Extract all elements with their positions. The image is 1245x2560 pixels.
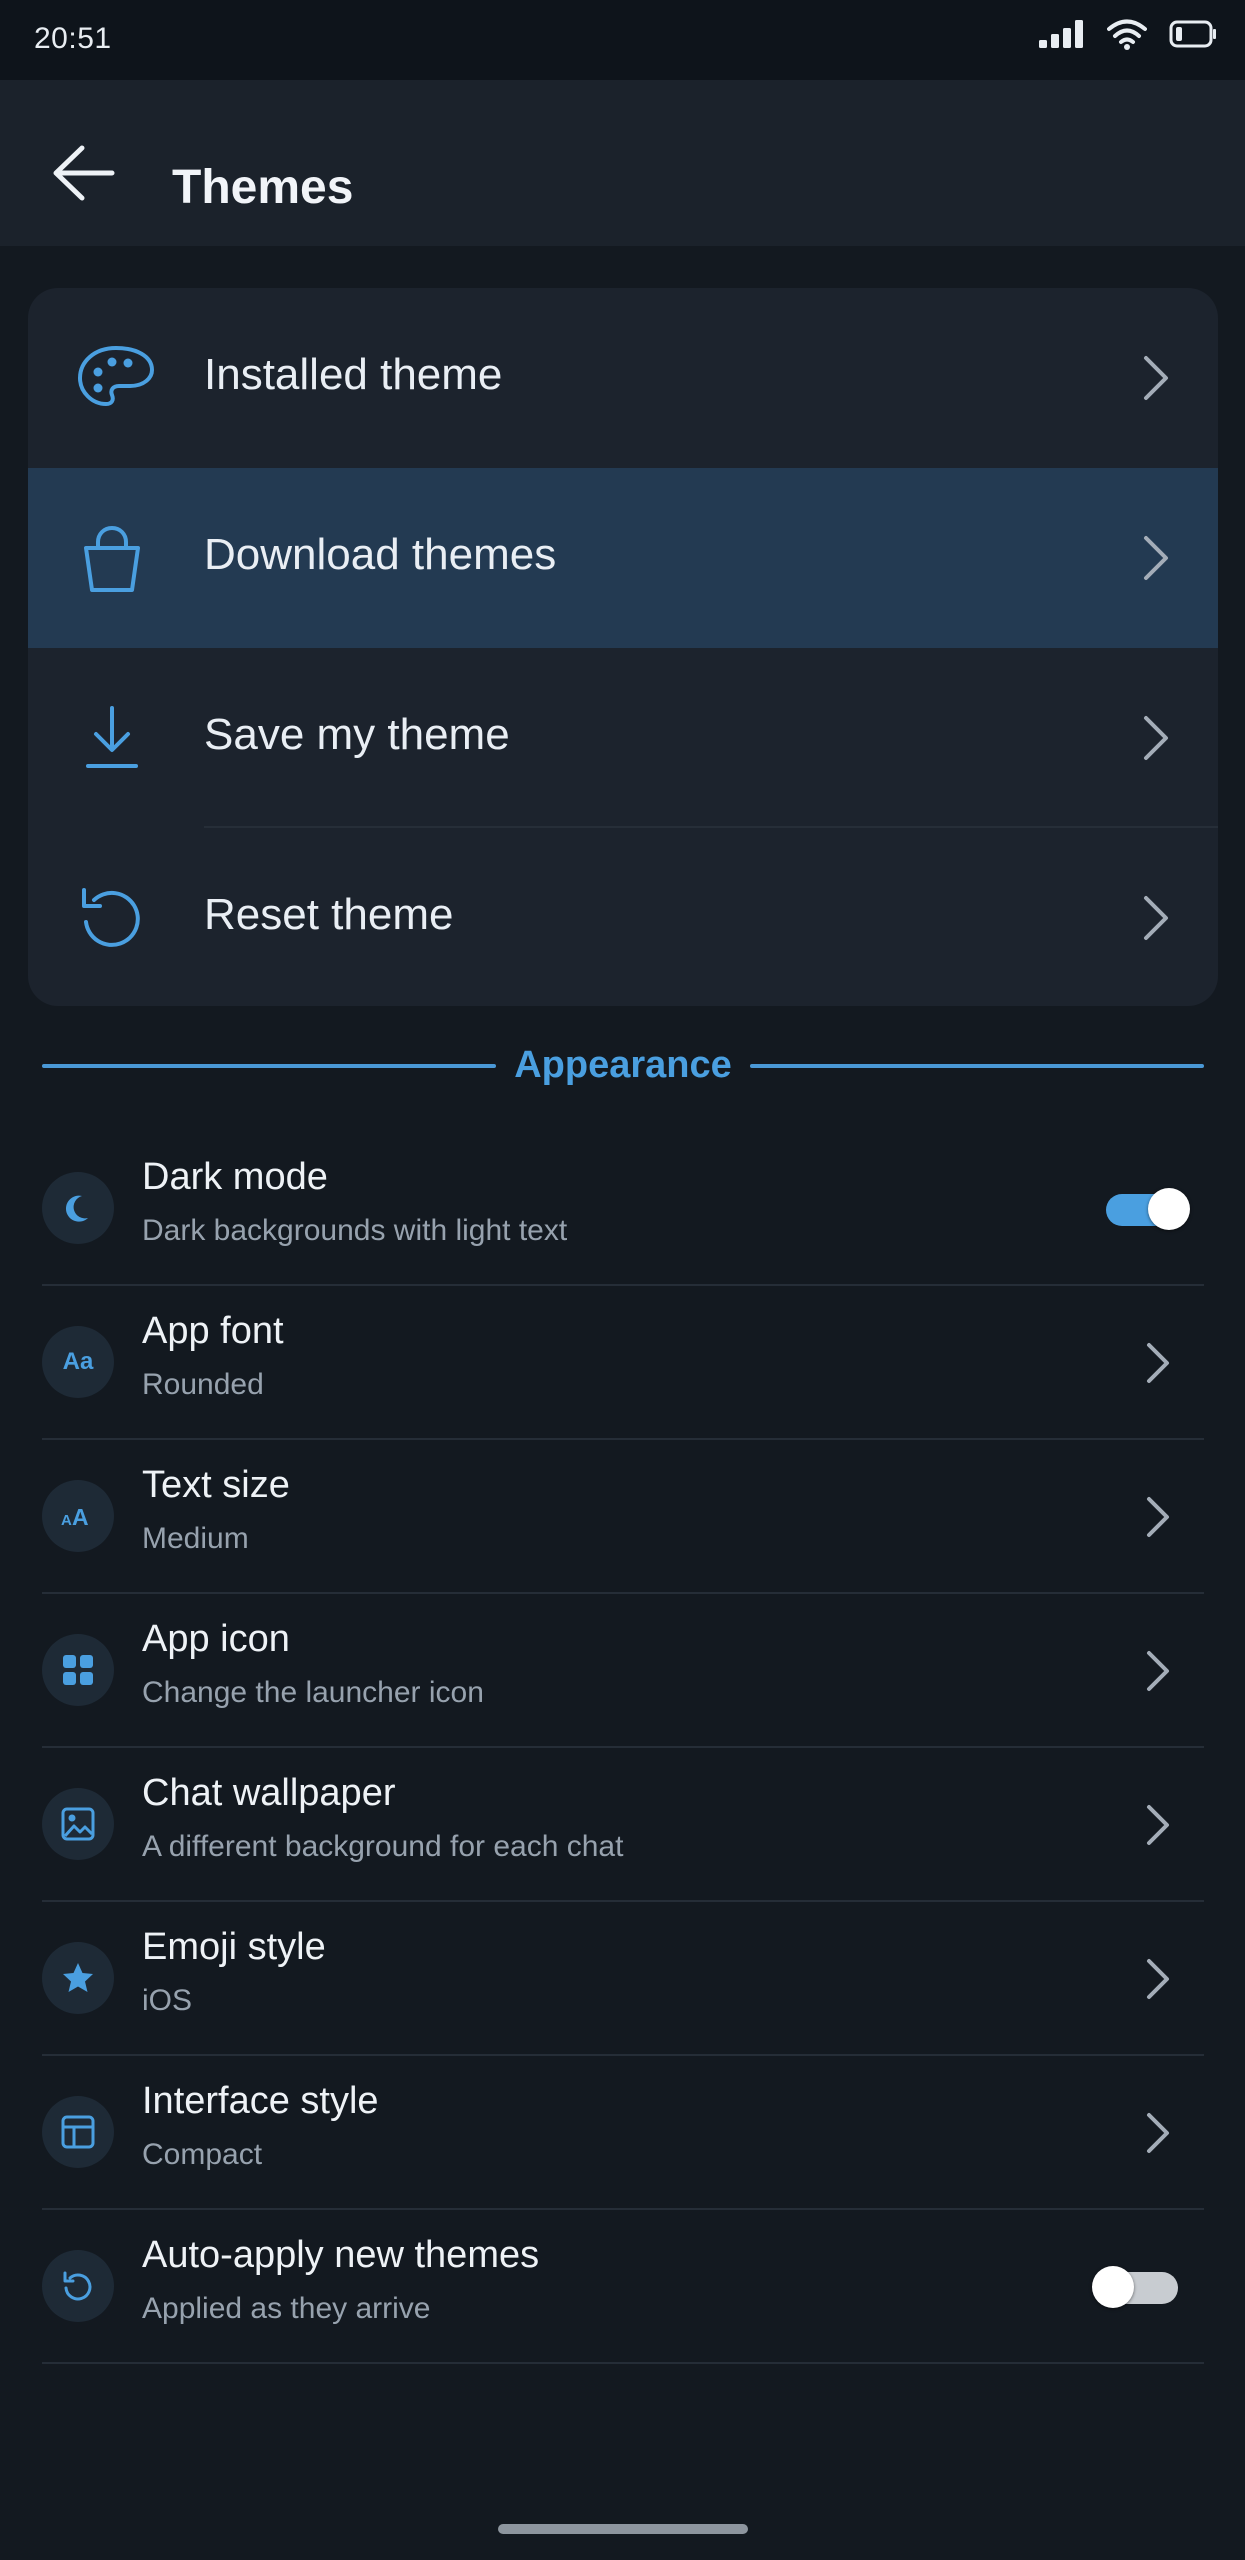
installed-theme-row[interactable]: Installed theme: [28, 288, 1218, 468]
setting-subtitle: Applied as they arrive: [142, 2292, 431, 2325]
setting-name: Interface style: [142, 2080, 379, 2122]
auto-apply-setting[interactable]: Auto-apply new themes Applied as they ar…: [42, 2210, 1204, 2364]
star-icon: [42, 1942, 114, 2014]
moon-icon: [42, 1172, 114, 1244]
section-title: Appearance: [514, 1044, 732, 1086]
download-themes-label: Download themes: [204, 530, 557, 579]
shopping-bag-icon: [72, 518, 152, 598]
back-button[interactable]: [42, 128, 132, 218]
setting-name: Chat wallpaper: [142, 1772, 396, 1814]
page-title: Themes: [172, 161, 354, 214]
palette-icon: [72, 338, 154, 418]
chevron-right-icon: [1140, 1647, 1176, 1695]
download-themes-row[interactable]: Download themes: [28, 468, 1218, 648]
app-bar: Themes: [0, 80, 1245, 246]
status-bar: 20:51: [0, 0, 1245, 80]
auto-apply-toggle[interactable]: [1092, 2266, 1182, 2308]
dark-mode-setting[interactable]: Dark mode Dark backgrounds with light te…: [42, 1132, 1204, 1286]
emoji-style-setting[interactable]: Emoji style iOS: [42, 1902, 1204, 2056]
reset-theme-label: Reset theme: [204, 890, 454, 939]
chevron-right-icon: [1140, 1955, 1176, 2003]
status-time: 20:51: [34, 22, 112, 55]
chevron-right-icon: [1140, 1339, 1176, 1387]
chevron-right-icon: [1140, 1801, 1176, 1849]
svg-text:A: A: [61, 1512, 72, 1529]
chevron-right-icon: [1136, 532, 1176, 584]
chevron-right-icon: [1136, 352, 1176, 404]
dark-mode-toggle[interactable]: [1102, 1188, 1192, 1230]
text-size-icon: A A: [42, 1480, 114, 1552]
chevron-right-icon: [1136, 712, 1176, 764]
save-my-theme-row[interactable]: Save my theme: [28, 648, 1218, 828]
signal-icon: [1039, 20, 1085, 53]
app-font-setting[interactable]: Aa App font Rounded: [42, 1286, 1204, 1440]
setting-name: Auto-apply new themes: [142, 2234, 540, 2276]
chevron-right-icon: [1140, 1493, 1176, 1541]
setting-subtitle: iOS: [142, 1984, 193, 2017]
font-icon: Aa: [42, 1326, 114, 1398]
setting-name: App font: [142, 1310, 284, 1352]
arrow-left-icon: [42, 145, 132, 222]
battery-icon: [1169, 20, 1217, 53]
text-size-setting[interactable]: A A Text size Medium: [42, 1440, 1204, 1594]
reset-icon: [72, 878, 152, 958]
setting-subtitle: A different background for each chat: [142, 1830, 624, 1863]
setting-subtitle: Rounded: [142, 1368, 264, 1401]
appearance-section-header: Appearance: [42, 1036, 1204, 1096]
setting-subtitle: Dark backgrounds with light text: [142, 1214, 568, 1247]
setting-name: App icon: [142, 1618, 290, 1660]
setting-name: Text size: [142, 1464, 290, 1506]
image-icon: [42, 1788, 114, 1860]
installed-theme-label: Installed theme: [204, 350, 503, 399]
reset-theme-row[interactable]: Reset theme: [28, 828, 1218, 1006]
interface-style-setting[interactable]: Interface style Compact: [42, 2056, 1204, 2210]
setting-subtitle: Compact: [142, 2138, 263, 2171]
app-icon-setting[interactable]: App icon Change the launcher icon: [42, 1594, 1204, 1748]
wifi-icon: [1107, 18, 1147, 55]
refresh-icon: [42, 2250, 114, 2322]
home-indicator[interactable]: [498, 2524, 748, 2534]
setting-name: Dark mode: [142, 1156, 328, 1198]
setting-subtitle: Change the launcher icon: [142, 1676, 484, 1709]
svg-text:A: A: [72, 1504, 89, 1530]
theme-options-card: Installed theme Download themes Save my …: [28, 288, 1218, 1006]
setting-name: Emoji style: [142, 1926, 326, 1968]
chevron-right-icon: [1136, 892, 1176, 944]
grid-icon: [42, 1634, 114, 1706]
chat-wallpaper-setting[interactable]: Chat wallpaper A different background fo…: [42, 1748, 1204, 1902]
save-my-theme-label: Save my theme: [204, 710, 510, 759]
download-icon: [72, 698, 152, 778]
chevron-right-icon: [1140, 2109, 1176, 2157]
layout-icon: [42, 2096, 114, 2168]
setting-subtitle: Medium: [142, 1522, 249, 1555]
